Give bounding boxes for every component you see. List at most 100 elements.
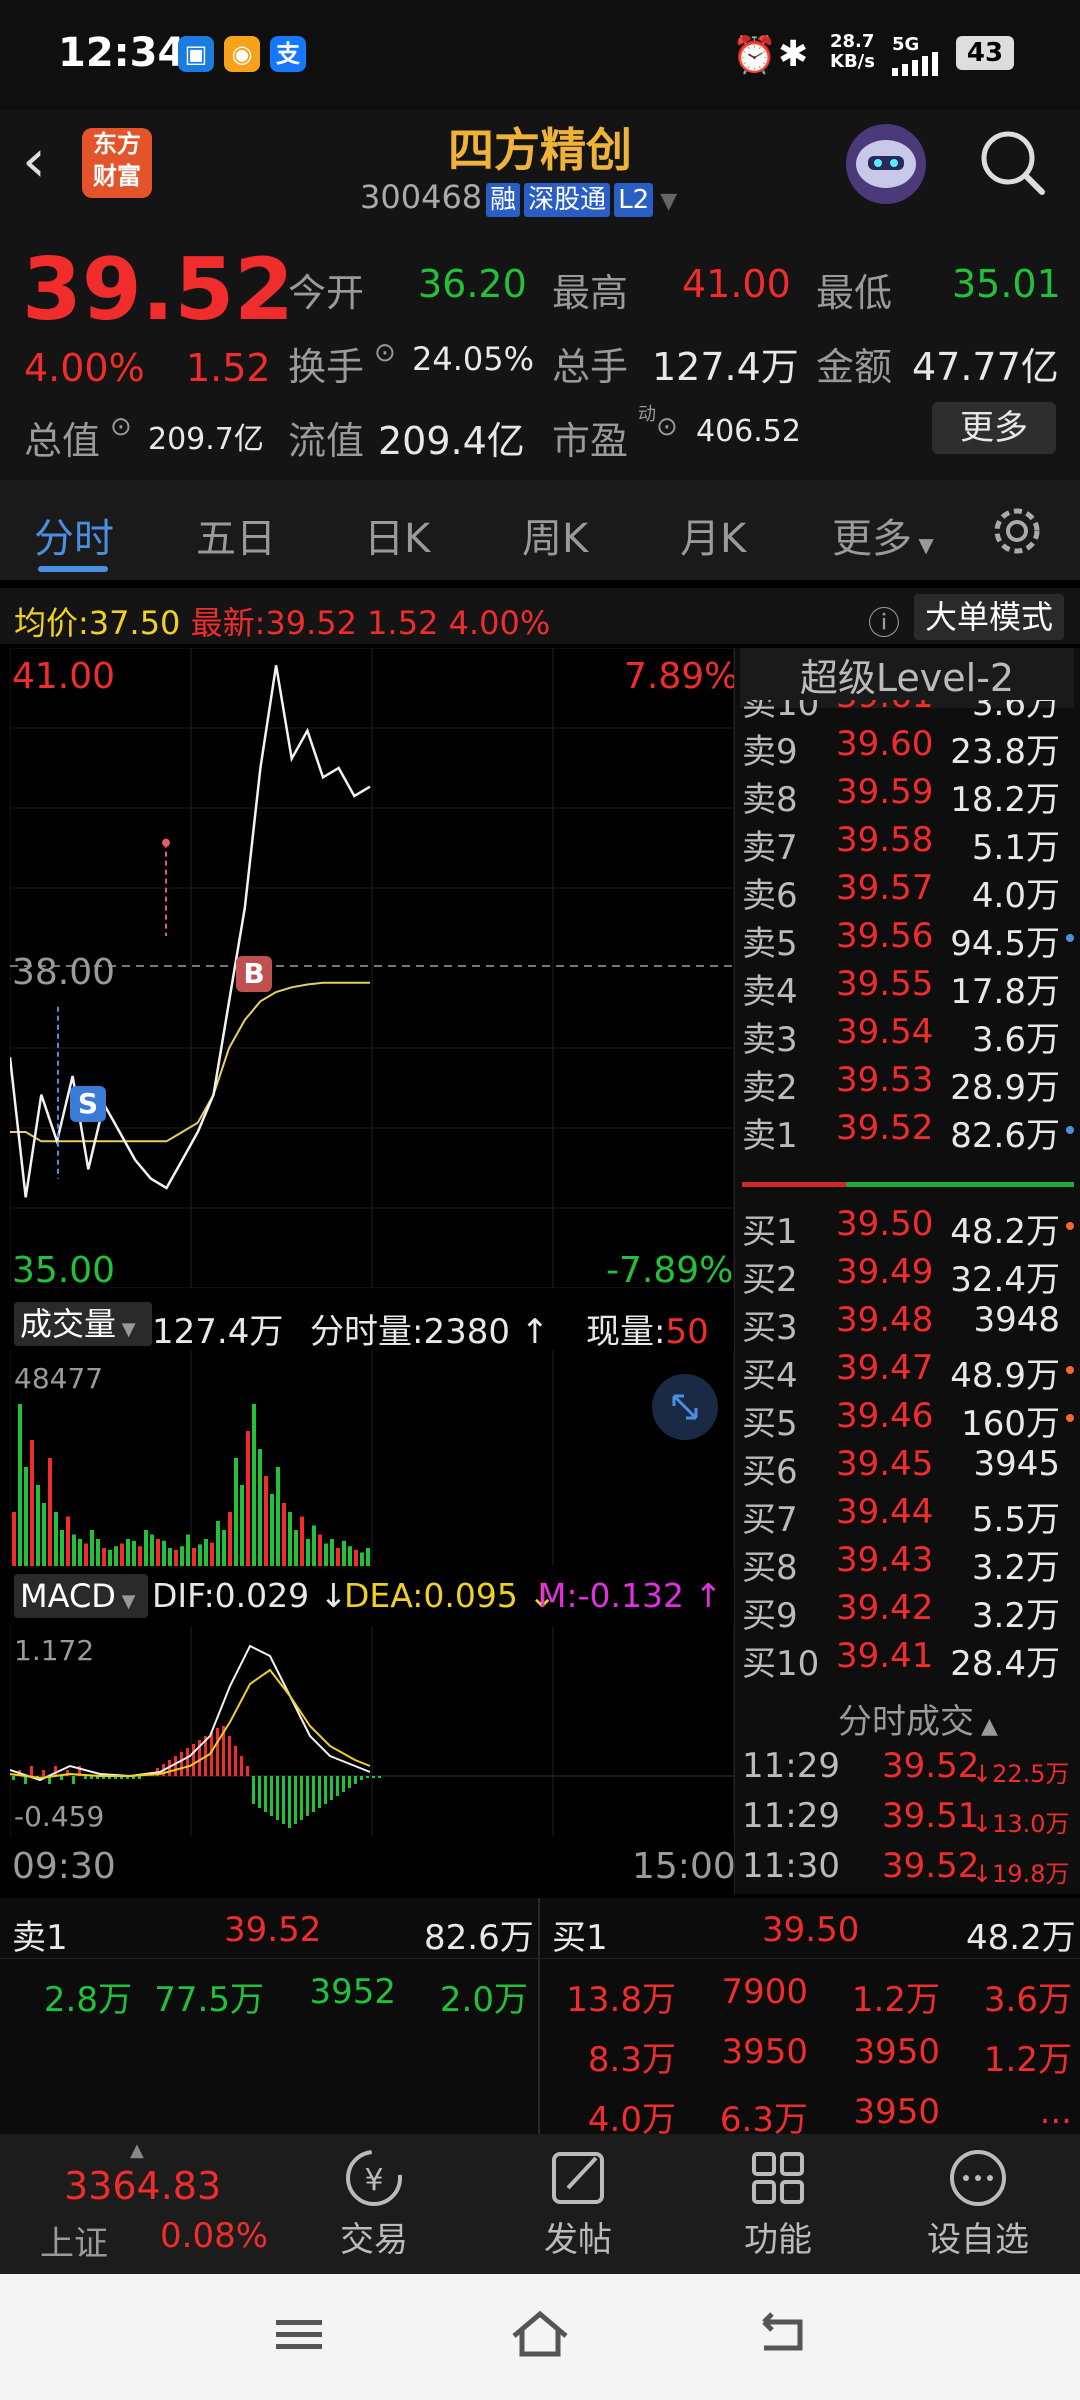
functions-nav[interactable]: 功能 [708,2146,848,2261]
trade-nav[interactable]: ¥ 交易 [304,2146,444,2261]
ask-row[interactable]: 卖1 39.52 82.6万 [740,1108,1074,1156]
macd-dea: DEA:0.095 ↓ [344,1576,556,1615]
add-watchlist-nav[interactable]: 设自选 [908,2146,1048,2261]
info-icon-3[interactable]: ⊙ [656,412,678,442]
tab-daily-k[interactable]: 日K [364,506,430,564]
buy-queue-cell: 1.2万 [983,2040,1072,2080]
volume-bar [186,1534,190,1566]
ask-row[interactable]: 卖5 39.56 94.5万 [740,916,1074,964]
tab-five-day[interactable]: 五日 [196,506,276,564]
bid-volume: 160万 [961,1404,1060,1444]
status-time: 12:34 [58,30,186,76]
volume-bar [312,1525,316,1566]
bid-row[interactable]: 买10 39.41 28.4万 [740,1636,1074,1684]
ask-label: 卖7 [742,828,798,868]
volume-bar [120,1543,124,1566]
bid-label: 买4 [742,1356,798,1396]
tab-intraday[interactable]: 分时 [34,506,114,564]
trade-label: 交易 [340,2220,408,2260]
expand-icon[interactable] [652,1374,718,1440]
bid-row[interactable]: 买8 39.43 3.2万 [740,1540,1074,1588]
volume-bar [264,1476,268,1566]
macd-dif: DIF:0.029 ↓ [152,1576,348,1615]
bid-row[interactable]: 买9 39.42 3.2万 [740,1588,1074,1636]
volume-indicator-select[interactable]: 成交量 ▼ [14,1302,152,1346]
info-icon[interactable]: ⊙ [374,338,396,368]
amount-label: 金额 [816,345,893,389]
back-nav-icon[interactable] [752,2310,812,2364]
more-dots-icon [950,2150,1006,2206]
assistant-avatar-icon[interactable] [846,124,926,204]
macd-histogram-bar [306,1776,309,1816]
bid-row[interactable]: 买2 39.49 32.4万 [740,1252,1074,1300]
macd-chart[interactable] [10,1626,734,1836]
caret-up-icon: ▲ [130,2140,144,2161]
search-icon[interactable] [978,128,1048,202]
bid-row[interactable]: 买7 39.44 5.5万 [740,1492,1074,1540]
post-nav[interactable]: 发帖 [508,2146,648,2261]
tab-monthly-k[interactable]: 月K [680,506,746,564]
functions-label: 功能 [744,2220,812,2260]
ask-volume: 4.0万 [971,876,1060,916]
bid-price: 39.48 [836,1300,934,1340]
bid-row[interactable]: 买1 39.50 48.2万 [740,1204,1074,1252]
sell1-vol: 82.6万 [424,1918,534,1958]
ask-row[interactable]: 卖2 39.53 28.9万 [740,1060,1074,1108]
avg-value: 37.50 [88,604,181,642]
bid-row[interactable]: 买3 39.48 3948 [740,1300,1074,1348]
big-order-mode-button[interactable]: 大单模式 [914,594,1064,640]
tick-list: 11:29 39.52 ↓22.5万 11:29 39.51 ↓13.0万 11:30 39.… [740,1746,1080,1896]
bid-label: 买10 [742,1644,820,1684]
index-name[interactable]: 上证 [40,2216,108,2265]
bid-price: 39.44 [836,1492,934,1532]
bid-volume: 3.2万 [971,1596,1060,1636]
volume-bar [258,1449,262,1566]
ask-price: 39.53 [836,1060,934,1100]
ask-row[interactable]: 卖8 39.59 18.2万 [740,772,1074,820]
volume-bar [354,1549,358,1566]
ask-row[interactable]: 卖6 39.57 4.0万 [740,868,1074,916]
ticks-title[interactable]: 分时成交 ▲ [838,1694,998,1743]
ask-volume: 23.8万 [950,732,1060,772]
macd-indicator-select[interactable]: MACD ▼ [14,1574,148,1618]
ask-row[interactable]: 卖4 39.55 17.8万 [740,964,1074,1012]
ask-price: 39.56 [836,916,934,956]
tag-shenzhen-connect[interactable]: 深股通 [524,183,611,217]
index-value[interactable]: 3364.83 [64,2164,221,2208]
turnover-label: 换手 [288,345,365,389]
bid-row[interactable]: 买5 39.46 160万 [740,1396,1074,1444]
ask-label: 卖4 [742,972,798,1012]
macd-histogram-bar [276,1776,279,1820]
menu-icon[interactable] [270,2310,330,2364]
ask-row[interactable]: 卖10 39.61 3.6万 [740,700,1074,724]
sell-marker[interactable]: S [70,1086,106,1122]
tab-weekly-k[interactable]: 周K [522,506,588,564]
home-icon[interactable] [508,2306,572,2366]
macd-histogram-bar [138,1776,141,1779]
tag-l2[interactable]: L2 [614,183,654,217]
buy-marker[interactable]: B [236,956,272,992]
ask-volume: 28.9万 [950,1068,1060,1108]
info-icon-2[interactable]: ⊙ [110,412,132,442]
tag-margin[interactable]: 融 [486,183,521,217]
help-icon[interactable]: ⓘ [868,598,900,644]
price-chart[interactable] [10,648,734,1288]
level2-title[interactable]: 超级Level-2 [740,648,1074,708]
ask-row[interactable]: 卖9 39.60 23.8万 [740,724,1074,772]
settings-icon[interactable] [990,504,1044,562]
macd-histogram-bar [312,1776,315,1812]
macd-histogram-bar [330,1776,333,1800]
index-pct[interactable]: 0.08% [160,2216,268,2256]
tab-more[interactable]: 更多 ▼ [832,506,934,564]
bid-row[interactable]: 买4 39.47 48.9万 [740,1348,1074,1396]
float-value: 209.4亿 [378,419,525,463]
buy-queue-cell: 3950 [721,2032,808,2072]
ask-row[interactable]: 卖7 39.58 5.1万 [740,820,1074,868]
volume-chart[interactable] [10,1350,734,1566]
ask-row[interactable]: 卖3 39.54 3.6万 [740,1012,1074,1060]
ask-volume: 17.8万 [950,972,1060,1012]
bid-row[interactable]: 买6 39.45 3945 [740,1444,1074,1492]
avg-price-line: 均价:37.50 最新:39.52 1.52 4.00% [14,598,550,644]
volume-bar [48,1458,52,1566]
more-button[interactable]: 更多 [932,402,1056,454]
